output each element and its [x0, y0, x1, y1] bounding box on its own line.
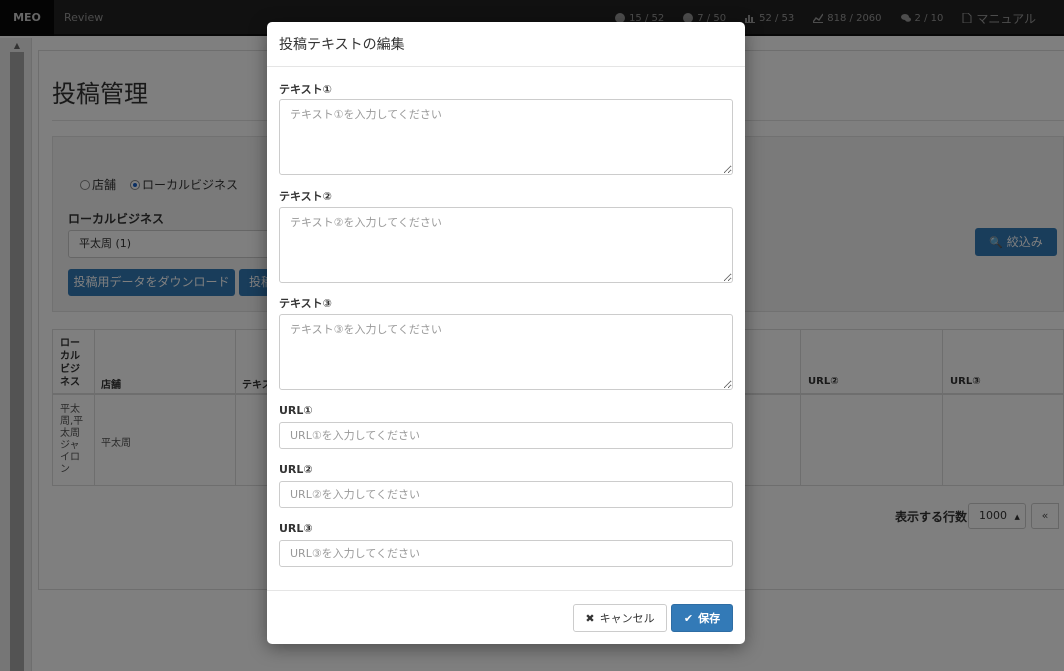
text1-label: テキスト① — [279, 83, 332, 96]
url3-input[interactable] — [279, 540, 733, 567]
text1-textarea[interactable] — [279, 99, 733, 175]
text2-label: テキスト② — [279, 190, 332, 203]
edit-post-text-modal: 投稿テキストの編集 テキスト① テキスト② テキスト③ URL① URL② UR… — [267, 22, 745, 644]
cancel-button[interactable]: ✖ キャンセル — [573, 604, 667, 632]
modal-header: 投稿テキストの編集 — [267, 22, 745, 67]
modal-footer-divider — [267, 590, 745, 591]
text2-textarea[interactable] — [279, 207, 733, 283]
text3-textarea[interactable] — [279, 314, 733, 390]
url2-input[interactable] — [279, 481, 733, 508]
url1-label: URL① — [279, 404, 313, 417]
save-button[interactable]: ✔ 保存 — [671, 604, 733, 632]
url2-label: URL② — [279, 463, 313, 476]
url3-label: URL③ — [279, 522, 313, 535]
modal-title: 投稿テキストの編集 — [279, 37, 405, 53]
check-icon: ✔ — [683, 611, 694, 625]
close-icon: ✖ — [585, 611, 595, 625]
text3-label: テキスト③ — [279, 297, 332, 310]
url1-input[interactable] — [279, 422, 733, 449]
